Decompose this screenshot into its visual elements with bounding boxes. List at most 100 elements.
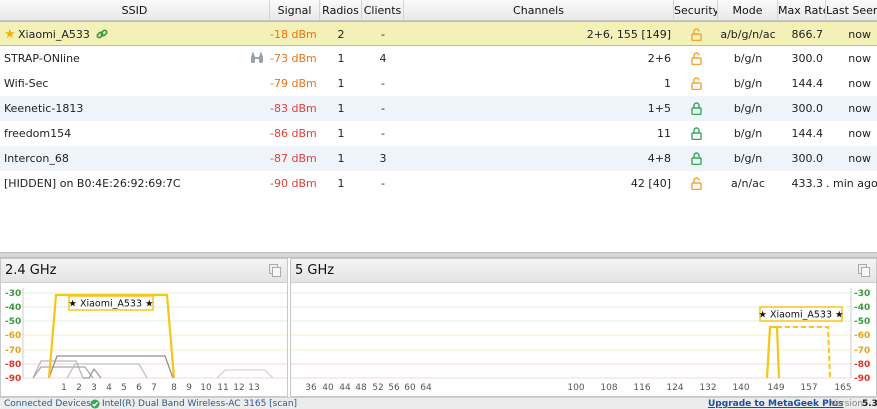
last-seen-cell: now <box>848 52 871 65</box>
star-icon[interactable]: ★ <box>4 22 18 47</box>
ssid-cell: Intercon_68 <box>4 152 69 165</box>
clients-cell: - <box>381 28 385 41</box>
channels-cell: 4+8 <box>647 152 671 165</box>
radios-cell: 1 <box>337 52 345 65</box>
grid <box>22 288 287 379</box>
max-rate-cell: 300.0 <box>791 102 824 115</box>
x-tick: 2 <box>76 383 82 393</box>
panel-header: 5 GHz <box>291 259 876 283</box>
x-tick: 100 <box>567 383 584 393</box>
x-tick: 157 <box>800 383 817 393</box>
y-tick: -80 <box>854 360 870 370</box>
x-tick: 40 <box>322 383 334 393</box>
table-row[interactable]: freedom154 -86 dBm 1 - 11 b/g/n 144.4 no… <box>0 121 877 146</box>
max-rate-cell: 144.4 <box>791 127 824 140</box>
copy-icon[interactable] <box>269 264 281 277</box>
table-row[interactable]: Keenetic-1813 -83 dBm 1 - 1+5 b/g/n 300.… <box>0 96 877 121</box>
table-row[interactable]: Wifi-Sec -79 dBm 1 - 1 b/g/n 144.4 now <box>0 71 877 96</box>
x-tick: 3 <box>91 383 97 393</box>
panel-2-4-ghz: 2.4 GHz -30 -40 -50 -60 -70 -80 -90 ★ Xi… <box>0 258 288 397</box>
y-tick: -60 <box>5 331 21 341</box>
x-tick: 1 <box>61 383 67 393</box>
status-bar: Connected Devices: Intel(R) Dual Band Wi… <box>0 397 877 409</box>
y-tick: -90 <box>5 374 21 384</box>
connected-device[interactable]: Intel(R) Dual Band Wireless-AC 3165 [sca… <box>102 398 297 409</box>
y-axis-labels: -30 -40 -50 -60 -70 -80 -90 <box>854 289 870 384</box>
version-number: 5.3. <box>862 399 877 409</box>
table-row[interactable]: STRAP-ONline -73 dBm 1 4 2+6 b/g/n 300.0… <box>0 46 877 71</box>
clients-cell: - <box>381 177 385 190</box>
radios-cell: 2 <box>337 28 345 41</box>
clients-cell: - <box>381 102 385 115</box>
column-header-radios[interactable]: Radios <box>320 0 362 21</box>
channels-cell: 42 [40] <box>630 177 671 190</box>
column-header-clients[interactable]: Clients <box>362 0 404 21</box>
clients-cell: 3 <box>379 152 387 165</box>
radios-cell: 1 <box>337 127 345 140</box>
y-tick: -90 <box>854 374 870 384</box>
copy-icon[interactable] <box>858 264 870 277</box>
network-table: SSID Signal Radios Clients Channels Secu… <box>0 0 877 252</box>
secured-lock-icon <box>690 151 702 165</box>
security-cell <box>674 96 718 121</box>
x-tick: 108 <box>600 383 617 393</box>
x-tick: 5 <box>121 383 127 393</box>
x-tick: 10 <box>200 383 212 393</box>
column-header-signal[interactable]: Signal <box>270 0 320 21</box>
signal-cell: -83 dBm <box>270 102 317 115</box>
y-tick: -30 <box>854 289 870 299</box>
radios-cell: 1 <box>337 177 345 190</box>
y-tick: -30 <box>5 289 21 299</box>
y-tick: -70 <box>854 346 870 356</box>
ssid-cell: Wifi-Sec <box>4 77 49 90</box>
max-rate-cell: 144.4 <box>791 77 824 90</box>
mode-cell: b/g/n <box>733 52 763 65</box>
ssid-cell: STRAP-ONline <box>4 52 80 65</box>
ssid-cell: freedom154 <box>4 127 72 140</box>
trace-keenetic <box>32 366 94 379</box>
clients-cell: - <box>381 77 385 90</box>
y-tick: -50 <box>854 317 870 327</box>
inssider-window: { "table": { "columns": { "ssid": "SSID"… <box>0 0 877 409</box>
clients-cell: 4 <box>379 52 387 65</box>
column-header-mode[interactable]: Mode <box>718 0 778 21</box>
open-lock-icon <box>690 51 702 65</box>
network-tag-label: ★ Xiaomi_A533 ★ <box>758 310 843 321</box>
open-lock-icon <box>690 27 702 41</box>
channels-cell: 2+6, 155 [149] <box>586 28 671 41</box>
x-axis-labels: 1 2 3 4 5 6 7 8 9 10 11 12 13 <box>61 383 260 393</box>
table-row[interactable]: [HIDDEN] on B0:4E:26:92:69:7C -90 dBm 1 … <box>0 171 877 196</box>
channels-cell: 1 <box>664 77 671 90</box>
binoculars-icon[interactable] <box>250 52 264 64</box>
x-tick: 44 <box>339 383 351 393</box>
column-header-channels[interactable]: Channels <box>404 0 674 21</box>
column-header-ssid[interactable]: SSID <box>0 0 270 21</box>
mode-cell: b/g/n <box>733 77 763 90</box>
last-seen-cell: now <box>848 152 871 165</box>
x-tick: 13 <box>248 383 259 393</box>
secured-lock-icon <box>690 126 702 140</box>
security-cell <box>674 171 718 196</box>
connected-devices-label: Connected Devices: <box>4 399 94 409</box>
x-tick: 149 <box>767 383 784 393</box>
trace-intercon <box>66 363 148 379</box>
ssid-cell: [HIDDEN] on B0:4E:26:92:69:7C <box>4 177 181 190</box>
upgrade-link[interactable]: Upgrade to MetaGeek Plus <box>708 398 844 409</box>
radios-cell: 1 <box>337 152 345 165</box>
column-header-security[interactable]: Security <box>674 0 718 21</box>
check-circle-icon <box>90 399 100 409</box>
x-tick: 140 <box>732 383 749 393</box>
x-tick: 52 <box>372 383 383 393</box>
column-header-max-rate[interactable]: Max Rate <box>778 0 826 21</box>
column-header-last-seen[interactable]: Last Seen <box>826 0 877 21</box>
max-rate-cell: 300.0 <box>791 152 824 165</box>
max-rate-cell: 433.3 <box>791 177 824 190</box>
radios-cell: 1 <box>337 77 345 90</box>
table-row[interactable]: Intercon_68 -87 dBm 1 3 4+8 b/g/n 300.0 … <box>0 146 877 171</box>
channels-cell: 2+6 <box>647 52 671 65</box>
max-rate-cell: 866.7 <box>791 28 824 41</box>
link-icon[interactable] <box>96 28 108 40</box>
signal-cell: -87 dBm <box>270 152 317 165</box>
y-tick: -80 <box>5 360 21 370</box>
table-row-selected[interactable]: ★ Xiaomi_A533 -18 dBm 2 - 2+6, 155 [149] … <box>0 21 877 46</box>
